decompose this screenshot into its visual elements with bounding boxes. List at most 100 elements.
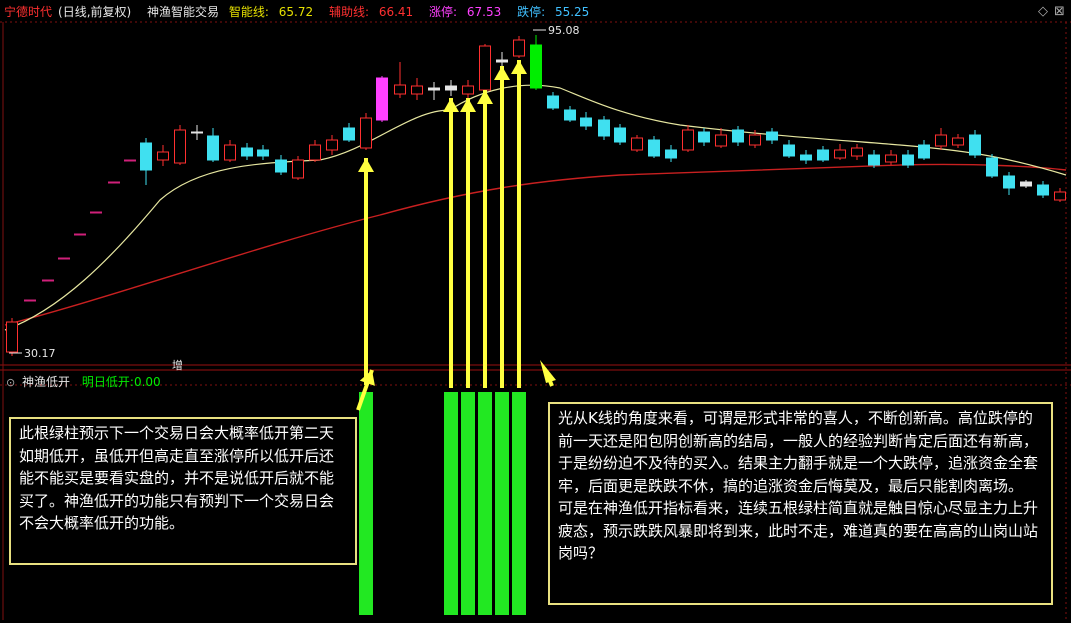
candle-body bbox=[343, 127, 355, 141]
chevron-down-icon[interactable]: ⊙ bbox=[6, 376, 15, 389]
candle-body bbox=[140, 142, 152, 171]
diamond-icon[interactable]: ◇ bbox=[1038, 4, 1048, 19]
candle-body bbox=[309, 144, 321, 161]
candle-body bbox=[935, 134, 947, 147]
candle-body bbox=[42, 279, 54, 282]
candle-body bbox=[58, 257, 70, 260]
low-open-bar bbox=[478, 392, 492, 615]
candle-body bbox=[90, 211, 102, 214]
candle-body bbox=[224, 144, 236, 161]
candle-body bbox=[817, 149, 829, 161]
line1-value: 65.72 bbox=[278, 5, 314, 19]
candle-body bbox=[6, 321, 18, 353]
right-annotation-box: 光从K线的角度来看，可谓是形式非常的喜人，不断创新高。高位跌停的前一天还是阳包阴… bbox=[548, 402, 1053, 605]
low-open-label: 明日低开: bbox=[81, 375, 134, 389]
candle-body bbox=[1054, 191, 1066, 201]
low-open-bar bbox=[512, 392, 526, 615]
candle-body bbox=[834, 149, 846, 159]
candle-body bbox=[445, 85, 457, 91]
ma-line-short bbox=[4, 84, 1067, 331]
candle-body bbox=[969, 134, 981, 156]
lower-panel-name[interactable]: 神渔低开 bbox=[22, 375, 70, 389]
candle-body bbox=[1020, 181, 1032, 187]
close-icon[interactable]: ⊠ bbox=[1054, 4, 1065, 19]
candle-body bbox=[530, 44, 542, 89]
arrow-head bbox=[443, 98, 459, 112]
candle-body bbox=[580, 117, 592, 127]
candle-body bbox=[766, 131, 778, 141]
low-price-label: 30.17 bbox=[24, 347, 56, 360]
candle-body bbox=[698, 131, 710, 143]
ma-line-long bbox=[4, 163, 1067, 326]
arrow-head bbox=[460, 98, 476, 112]
candle-body bbox=[614, 127, 626, 143]
right-annotation-text-2: 可是在神渔低开指标看来，连续五根绿柱简直就是触目惊心尽显主力上升疲态，预示跌跌风… bbox=[558, 499, 1039, 562]
stock-name[interactable]: 宁德时代 bbox=[4, 5, 52, 19]
candle-body bbox=[885, 154, 897, 163]
candle-body bbox=[631, 137, 643, 151]
low-open-bar bbox=[461, 392, 475, 615]
candle-body bbox=[376, 77, 388, 121]
candle-body bbox=[74, 233, 86, 236]
candle-body bbox=[918, 144, 930, 159]
line2-label: 辅助线: bbox=[328, 5, 369, 19]
candle-body bbox=[191, 131, 203, 134]
limit-up-label: 涨停: bbox=[429, 5, 458, 19]
candle-body bbox=[564, 109, 576, 121]
line2-value: 66.41 bbox=[378, 5, 414, 19]
candle-body bbox=[241, 147, 253, 157]
arrow-head bbox=[494, 66, 510, 80]
arrow-head bbox=[358, 158, 374, 172]
indicator-name[interactable]: 神渔智能交易 bbox=[147, 5, 219, 19]
low-open-bars bbox=[359, 392, 526, 615]
candle-body bbox=[124, 159, 136, 162]
candle-body bbox=[207, 135, 219, 161]
candle-body bbox=[462, 85, 474, 95]
high-price-label: 95.08 bbox=[548, 24, 580, 37]
candle-body bbox=[800, 154, 812, 161]
candle-body bbox=[275, 159, 287, 173]
low-open-bar bbox=[495, 392, 509, 615]
candle-body bbox=[428, 87, 440, 91]
limit-up-value: 67.53 bbox=[466, 5, 502, 19]
candle-body bbox=[174, 129, 186, 164]
arrow-head bbox=[511, 60, 527, 74]
candle-body bbox=[749, 134, 761, 146]
candle-body bbox=[108, 181, 120, 184]
low-open-bar bbox=[444, 392, 458, 615]
indicator-header: 宁德时代 (日线,前复权) 神渔智能交易 智能线: 65.72 辅助线: 66.4… bbox=[4, 3, 601, 21]
candle-body bbox=[986, 157, 998, 177]
arrow-head bbox=[477, 90, 493, 104]
candle-body bbox=[851, 147, 863, 157]
candle-body bbox=[411, 85, 423, 95]
period-label[interactable]: (日线,前复权) bbox=[58, 5, 131, 19]
candle-body bbox=[665, 149, 677, 159]
low-open-bar bbox=[359, 392, 373, 615]
candle-body bbox=[394, 84, 406, 95]
limit-down-value: 55.25 bbox=[554, 5, 590, 19]
lower-panel-header: ⊙ 神渔低开 明日低开:0.00 bbox=[6, 373, 161, 390]
candle-body bbox=[868, 154, 880, 166]
candle-body bbox=[1003, 175, 1015, 189]
candle-body bbox=[157, 151, 169, 161]
candle-body bbox=[292, 159, 304, 179]
candle-body bbox=[902, 154, 914, 166]
candle-body bbox=[732, 129, 744, 143]
line1-label: 智能线: bbox=[228, 5, 269, 19]
candle-body bbox=[547, 95, 559, 109]
candle-body bbox=[496, 59, 508, 63]
left-annotation-text: 此根绿柱预示下一个交易日会大概率低开第二天如期低开，虽低开但高走直至涨停所以低开… bbox=[19, 424, 335, 532]
left-annotation-box: 此根绿柱预示下一个交易日会大概率低开第二天如期低开，虽低开但高走直至涨停所以低开… bbox=[9, 417, 357, 565]
candle-body bbox=[952, 137, 964, 146]
candle-body bbox=[598, 119, 610, 137]
candle-body bbox=[360, 117, 372, 149]
candle-body bbox=[648, 139, 660, 157]
candle-body bbox=[682, 129, 694, 151]
candle-body bbox=[24, 299, 36, 302]
candle-body bbox=[715, 134, 727, 147]
candle-body bbox=[513, 39, 525, 57]
low-open-value: 0.00 bbox=[133, 375, 161, 389]
candle-body bbox=[326, 139, 338, 151]
candle-body bbox=[479, 45, 491, 91]
limit-down-label: 跌停: bbox=[517, 5, 546, 19]
